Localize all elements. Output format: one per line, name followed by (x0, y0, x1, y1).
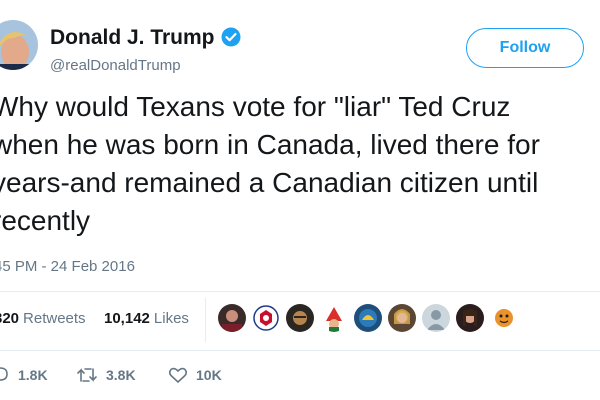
tweet-text-line: years-and remained a Canadian citizen un… (0, 167, 539, 198)
verified-badge-icon (221, 27, 241, 53)
tweet-text-line: Why would Texans vote for "liar" Ted Cru… (0, 91, 511, 122)
like-action[interactable]: 10K (168, 366, 222, 384)
tweet-text-line: when he was born in Canada, lived there … (0, 129, 540, 160)
liker-avatar[interactable] (218, 304, 246, 332)
likes-stat[interactable]: 10,142 Likes (104, 310, 189, 327)
like-count: 10K (196, 367, 222, 383)
retweets-stat[interactable]: 320Retweets (0, 310, 86, 327)
reply-count: 1.8K (18, 367, 48, 383)
stats-separator (205, 298, 206, 342)
retweet-count: 3.8K (106, 367, 136, 383)
follow-button[interactable]: Follow (466, 28, 584, 68)
liker-avatar[interactable] (286, 304, 314, 332)
tweet-timestamp[interactable]: 45 PM - 24 Feb 2016 (0, 258, 135, 275)
liker-avatar[interactable] (320, 304, 348, 332)
liker-avatar[interactable] (388, 304, 416, 332)
tweet-text: Why would Texans vote for "liar" Ted Cru… (0, 88, 600, 240)
heart-icon (168, 367, 188, 383)
liker-avatar[interactable] (490, 304, 518, 332)
retweet-action[interactable]: 3.8K (76, 366, 136, 384)
divider (0, 291, 600, 292)
liker-avatar[interactable] (252, 304, 280, 332)
tweet-text-line: recently (0, 205, 91, 236)
author-name[interactable]: Donald J. Trump (50, 26, 241, 53)
reply-icon (0, 367, 8, 381)
tweet-actions: 1.8K 3.8K 10K (0, 360, 600, 390)
author-handle[interactable]: @realDonaldTrump (50, 57, 181, 74)
author-name-text[interactable]: Donald J. Trump (50, 26, 215, 49)
likes-label: Likes (153, 310, 189, 327)
engagement-stats: 320Retweets 10,142Likes (0, 310, 189, 327)
likes-count: 10,142 (104, 310, 150, 327)
divider (0, 350, 600, 351)
liker-avatar[interactable] (422, 304, 450, 332)
reply-action[interactable]: 1.8K (0, 366, 48, 384)
liker-avatar[interactable] (456, 304, 484, 332)
tweet-card: Donald J. Trump @realDonaldTrump Follow … (0, 0, 600, 400)
retweets-count: 320 (0, 310, 20, 327)
retweet-icon (77, 368, 97, 382)
liker-avatar[interactable] (354, 304, 382, 332)
retweets-label: Retweets (23, 310, 86, 327)
author-avatar[interactable] (0, 20, 38, 70)
